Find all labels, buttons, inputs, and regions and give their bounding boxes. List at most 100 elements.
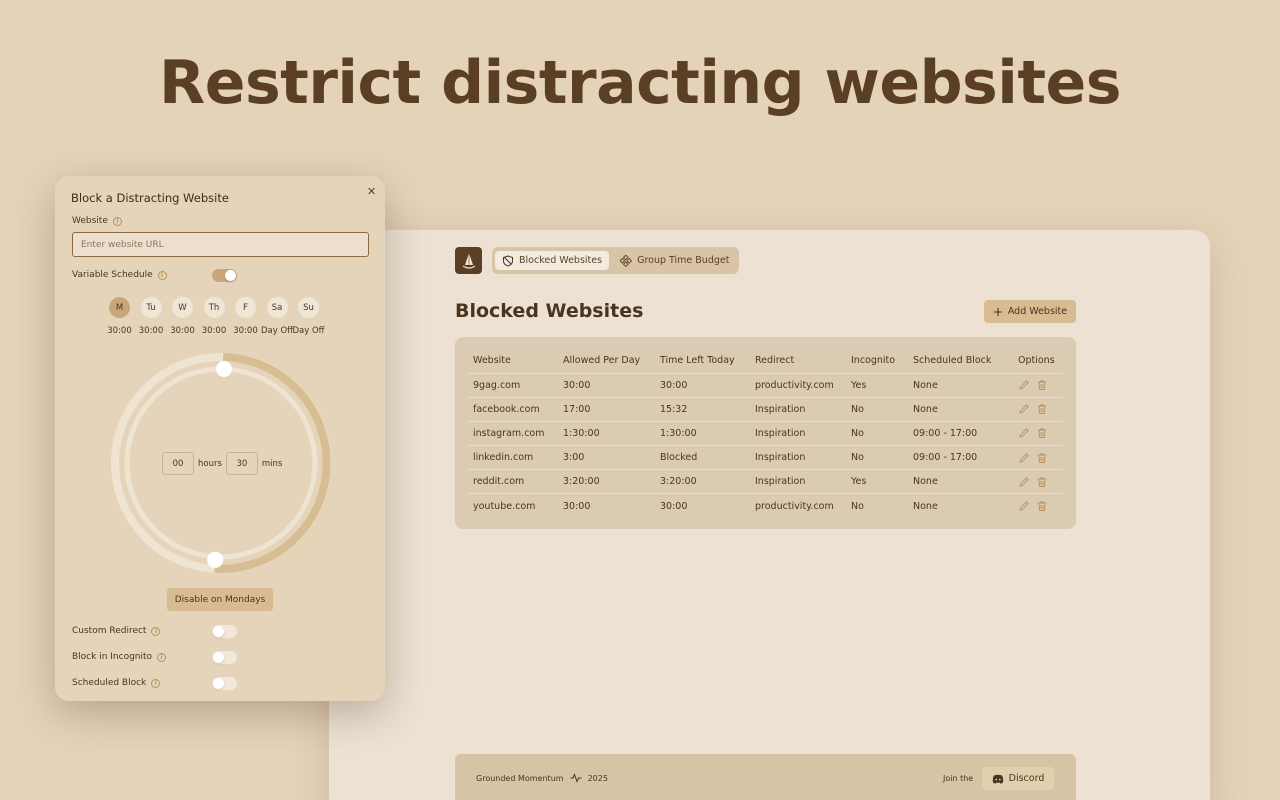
block-incognito-label-row: Block in Incognito i (72, 652, 167, 662)
mins-input[interactable] (225, 452, 258, 475)
options-group (1018, 500, 1063, 512)
dial-end-handle[interactable] (207, 551, 224, 568)
hours-label: hours (198, 458, 222, 469)
discord-icon (992, 774, 1003, 784)
table-cell: Yes (846, 469, 908, 495)
column-header: Allowed Per Day (558, 349, 655, 374)
table-cell: instagram.com (468, 421, 558, 447)
day-item: M 30:00 (107, 297, 132, 336)
table-cell: No (846, 421, 908, 447)
table-cell: No (846, 397, 908, 422)
column-header: Time Left Today (655, 349, 750, 374)
app-logo[interactable] (455, 247, 482, 274)
edit-icon[interactable] (1018, 500, 1030, 512)
day-limit: Day Off (292, 326, 325, 336)
column-header: Redirect (750, 349, 846, 374)
top-bar: Blocked Websites Group Time Budget (455, 247, 740, 274)
column-header: Website (468, 349, 558, 374)
row-options (1013, 494, 1063, 518)
table-cell: None (908, 469, 1013, 495)
website-url-input[interactable] (72, 232, 369, 257)
edit-icon[interactable] (1018, 476, 1030, 488)
trash-icon[interactable] (1036, 476, 1048, 488)
table-cell: reddit.com (468, 469, 558, 495)
trash-icon[interactable] (1036, 427, 1048, 439)
day-button[interactable]: F (235, 297, 256, 318)
tab-blocked-websites[interactable]: Blocked Websites (495, 251, 610, 270)
scheduled-block-toggle[interactable] (212, 677, 237, 690)
table-cell: 3:20:00 (655, 469, 750, 495)
mins-label: mins (261, 458, 283, 469)
table-cell: 09:00 - 17:00 (908, 421, 1013, 447)
info-icon[interactable]: i (151, 678, 161, 688)
footer-brand: Grounded Momentum 2025 (476, 773, 608, 783)
day-button[interactable]: W (172, 297, 193, 318)
day-item: Su Day Off (292, 297, 325, 336)
shield-icon (503, 254, 513, 267)
edit-icon[interactable] (1018, 379, 1030, 391)
table-cell: 3:20:00 (558, 469, 655, 495)
block-website-modal: Block a Distracting Website ✕ Website i … (55, 176, 385, 701)
hours-input[interactable] (162, 452, 194, 475)
dial-start-handle[interactable] (216, 361, 232, 377)
website-label-row: Website i (72, 216, 122, 226)
table-row: linkedin.com 3:00 Blocked Inspiration No 09:0… (468, 445, 1063, 471)
tab-group-time-budget[interactable]: Group Time Budget (613, 251, 736, 270)
edit-icon[interactable] (1018, 403, 1030, 415)
toggle-knob (213, 678, 224, 689)
day-limit: 30:00 (107, 326, 132, 336)
info-icon[interactable]: i (112, 216, 122, 226)
info-icon[interactable]: i (157, 652, 167, 662)
day-item: F 30:00 (233, 297, 258, 336)
options-group (1018, 379, 1063, 391)
table-cell: productivity.com (750, 373, 846, 398)
trash-icon[interactable] (1036, 500, 1048, 512)
tab-label: Group Time Budget (637, 255, 730, 266)
block-incognito-toggle[interactable] (212, 651, 237, 664)
day-button[interactable]: M (109, 297, 130, 318)
plus-icon (993, 307, 1002, 316)
table-header-row: Website Allowed Per Day Time Left Today … (468, 349, 1063, 374)
row-options (1013, 373, 1063, 398)
day-button[interactable]: Tu (140, 297, 162, 318)
variable-schedule-toggle[interactable] (212, 269, 237, 282)
discord-button[interactable]: Discord (982, 767, 1054, 790)
page-headline: Restrict distracting websites (159, 48, 1121, 118)
close-icon[interactable]: ✕ (367, 185, 376, 198)
table-cell: 1:30:00 (558, 421, 655, 447)
day-button[interactable]: Su (298, 297, 319, 318)
table-row: reddit.com 3:20:00 3:20:00 Inspiration Yes No… (468, 469, 1063, 495)
logo-icon (462, 252, 475, 269)
edit-icon[interactable] (1018, 452, 1030, 464)
toggle-knob (225, 270, 236, 281)
day-limit: Day Off (260, 326, 294, 336)
custom-redirect-label: Custom Redirect (72, 626, 147, 636)
disable-day-button[interactable]: Disable on Mondays (167, 588, 273, 611)
day-item: Sa Day Off (261, 297, 293, 336)
column-header: Scheduled Block (908, 349, 1013, 374)
scheduled-block-label: Scheduled Block (72, 678, 147, 688)
page-title: Blocked Websites (455, 300, 644, 322)
trash-icon[interactable] (1036, 452, 1048, 464)
day-button[interactable]: Th (203, 297, 225, 318)
table-cell: 30:00 (660, 500, 688, 512)
blocked-websites-table: Website Allowed Per Day Time Left Today … (468, 349, 1063, 518)
row-options (1013, 445, 1063, 471)
table-cell: No (846, 445, 908, 471)
edit-icon[interactable] (1018, 427, 1030, 439)
block-incognito-label: Block in Incognito (72, 652, 153, 662)
table-cell: 30:00 (655, 373, 750, 398)
variable-schedule-label: Variable Schedule (72, 270, 153, 280)
table-cell: productivity.com (755, 500, 834, 512)
day-selector: M 30:00 Tu 30:00 W 30:00 Th 30:00 F 30:00 Sa Day Of… (107, 297, 325, 336)
add-website-button[interactable]: Add Website (984, 300, 1076, 323)
info-icon[interactable]: i (151, 626, 161, 636)
options-group (1018, 476, 1063, 488)
app-window: Blocked Websites Group Time Budget Block… (329, 230, 1210, 800)
day-button[interactable]: Sa (266, 297, 288, 318)
table-cell: 3:00 (558, 445, 655, 471)
trash-icon[interactable] (1036, 403, 1048, 415)
info-icon[interactable]: i (157, 270, 167, 280)
trash-icon[interactable] (1036, 379, 1048, 391)
custom-redirect-toggle[interactable] (212, 625, 237, 638)
